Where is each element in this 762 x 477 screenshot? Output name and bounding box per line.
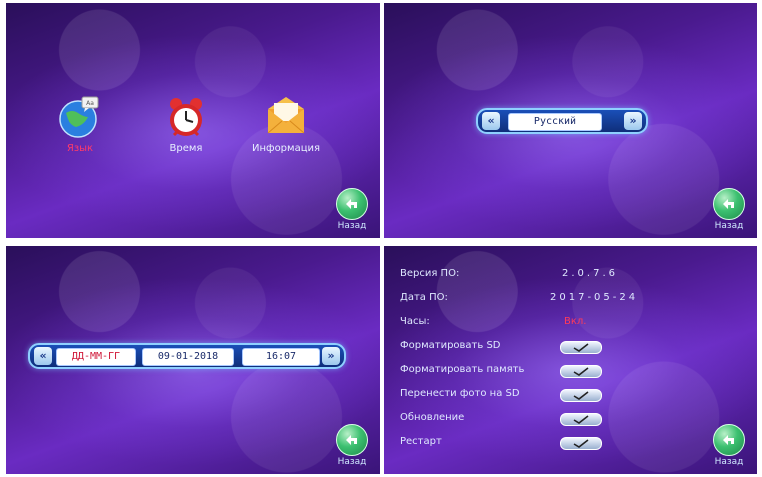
check-icon bbox=[573, 343, 589, 352]
move-photos-label: Перенести фото на SD bbox=[400, 388, 520, 399]
update-label: Обновление bbox=[400, 412, 465, 423]
update-button[interactable] bbox=[560, 413, 602, 426]
datetime-selector: « ДД-ММ-ГГ 09-01-2018 16:07 » bbox=[28, 343, 346, 369]
date-label: Дата ПО: bbox=[400, 292, 448, 303]
back-label: Назад bbox=[337, 457, 367, 467]
next-arrow-icon[interactable]: » bbox=[624, 112, 642, 130]
format-memory-button[interactable] bbox=[560, 365, 602, 378]
version-label: Версия ПО: bbox=[400, 268, 460, 279]
back-icon bbox=[713, 424, 745, 456]
svg-text:Aa: Aa bbox=[86, 100, 94, 107]
language-value: Русский bbox=[508, 113, 602, 131]
next-arrow-icon[interactable]: » bbox=[322, 347, 340, 365]
version-value: 2.0.7.6 bbox=[562, 268, 618, 279]
time-field[interactable]: 16:07 bbox=[242, 348, 320, 366]
envelope-icon bbox=[264, 95, 308, 139]
prev-arrow-icon[interactable]: « bbox=[34, 347, 52, 365]
info-label: Информация bbox=[252, 143, 321, 154]
back-icon bbox=[336, 188, 368, 220]
restart-button[interactable] bbox=[560, 437, 602, 450]
back-button[interactable]: Назад bbox=[707, 424, 751, 470]
back-label: Назад bbox=[337, 221, 367, 231]
alarm-clock-icon bbox=[164, 95, 208, 139]
time-label: Время bbox=[169, 143, 203, 154]
main-menu-panel: Aa Язык Время Информация Назад bbox=[6, 3, 380, 238]
prev-arrow-icon[interactable]: « bbox=[482, 112, 500, 130]
back-label: Назад bbox=[714, 457, 744, 467]
back-button[interactable]: Назад bbox=[707, 188, 751, 234]
language-panel: « Русский » Назад bbox=[384, 3, 757, 238]
check-icon bbox=[573, 367, 589, 376]
language-menu-item[interactable]: Aa Язык bbox=[58, 95, 102, 154]
back-button[interactable]: Назад bbox=[330, 424, 374, 470]
clock-label: Часы: bbox=[400, 316, 430, 327]
check-icon bbox=[573, 439, 589, 448]
check-icon bbox=[573, 415, 589, 424]
language-label: Язык bbox=[66, 143, 94, 154]
time-menu-item[interactable]: Время bbox=[164, 95, 208, 154]
back-icon bbox=[336, 424, 368, 456]
back-button[interactable]: Назад bbox=[330, 188, 374, 234]
clock-value[interactable]: Вкл. bbox=[564, 316, 586, 327]
format-sd-button[interactable] bbox=[560, 341, 602, 354]
format-memory-label: Форматировать память bbox=[400, 364, 525, 375]
back-label: Назад bbox=[714, 221, 744, 231]
check-icon bbox=[573, 391, 589, 400]
back-icon bbox=[713, 188, 745, 220]
restart-label: Рестарт bbox=[400, 436, 442, 447]
language-selector: « Русский » bbox=[476, 108, 648, 134]
date-value: 2017-05-24 bbox=[550, 292, 639, 303]
date-format-field[interactable]: ДД-ММ-ГГ bbox=[56, 348, 136, 366]
datetime-panel: « ДД-ММ-ГГ 09-01-2018 16:07 » Назад bbox=[6, 246, 380, 474]
date-field[interactable]: 09-01-2018 bbox=[142, 348, 234, 366]
globe-icon: Aa bbox=[58, 95, 102, 139]
format-sd-label: Форматировать SD bbox=[400, 340, 501, 351]
info-panel: Версия ПО: 2.0.7.6 Дата ПО: 2017-05-24 Ч… bbox=[384, 246, 757, 474]
info-menu-item[interactable]: Информация bbox=[252, 95, 320, 154]
move-photos-button[interactable] bbox=[560, 389, 602, 402]
